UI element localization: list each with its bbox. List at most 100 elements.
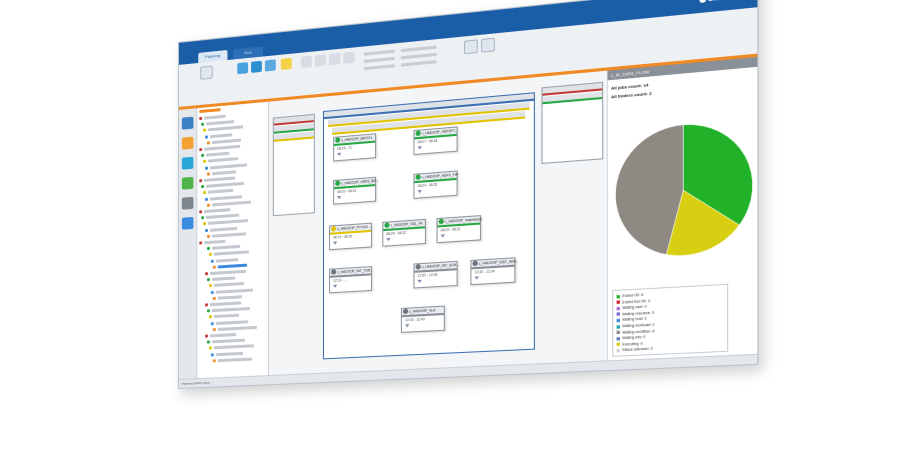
tools-icon[interactable] bbox=[181, 196, 194, 210]
tree-item[interactable] bbox=[204, 144, 241, 151]
expand-icon[interactable] bbox=[405, 324, 410, 328]
job-time: 08:19 - 08:20 bbox=[333, 234, 353, 240]
tree-item[interactable] bbox=[206, 213, 240, 220]
tree-item[interactable] bbox=[215, 319, 249, 325]
job-node[interactable]: c_HADOOP_PYTHO... 08:19 - 08:20 bbox=[329, 222, 372, 251]
ribbon-option[interactable] bbox=[400, 45, 437, 53]
job-node[interactable]: c_HADOOP_SQL_HI... 08:20 - 08:22 bbox=[382, 218, 426, 247]
ribbon-option[interactable] bbox=[400, 52, 437, 60]
tree-item[interactable] bbox=[204, 208, 231, 214]
tree-item[interactable] bbox=[207, 157, 239, 163]
tree-item[interactable] bbox=[211, 307, 251, 313]
tree-item[interactable] bbox=[211, 276, 236, 282]
expand-icon[interactable] bbox=[440, 234, 445, 238]
workspace-icon[interactable] bbox=[237, 62, 249, 75]
legend-label: Ended OK: 6 bbox=[622, 292, 644, 299]
paste-icon[interactable] bbox=[343, 51, 355, 64]
filter-icon[interactable] bbox=[280, 57, 292, 71]
expand-icon[interactable] bbox=[333, 284, 338, 288]
monitoring-icon[interactable] bbox=[181, 136, 194, 150]
tree-folder-icon bbox=[206, 203, 210, 207]
tree-header-tab[interactable] bbox=[199, 108, 221, 114]
job-node[interactable]: c_HADOOP_BATCH... 08:15 - 71 bbox=[333, 133, 377, 162]
job-node[interactable]: c_HADOOP_HDFS_BE... 08:20 - 08:21 bbox=[333, 176, 378, 205]
copy-icon[interactable] bbox=[329, 52, 341, 66]
status-pie-chart bbox=[609, 112, 759, 267]
job-node[interactable]: c_HADOOP_SLA 12:33 - 12:43 bbox=[400, 305, 445, 333]
legend-label: Waiting user: 0 bbox=[622, 304, 647, 311]
tree-item[interactable] bbox=[206, 120, 235, 126]
tree-item[interactable] bbox=[207, 219, 249, 226]
expand-icon[interactable] bbox=[474, 276, 479, 280]
tree-item[interactable] bbox=[213, 250, 250, 257]
find-icon[interactable] bbox=[463, 39, 478, 55]
tree-item[interactable] bbox=[217, 263, 248, 269]
tree-item[interactable] bbox=[207, 125, 244, 132]
new-icon[interactable] bbox=[200, 65, 213, 80]
tree-item[interactable] bbox=[209, 301, 242, 307]
job-node[interactable]: c_HADOOP_HDFSFT... 08:17 - 08:18 bbox=[413, 126, 458, 156]
undo-icon[interactable] bbox=[300, 55, 312, 69]
tree-item[interactable] bbox=[204, 239, 226, 245]
manage-icon[interactable] bbox=[251, 60, 262, 73]
job-node[interactable]: c_HADOOP_HDFS_FW 08:24 - 08:25 bbox=[413, 170, 458, 199]
tree-item[interactable] bbox=[209, 333, 237, 338]
tree-item[interactable] bbox=[206, 182, 245, 189]
forecast-icon[interactable] bbox=[181, 176, 194, 190]
tree-folder-icon bbox=[205, 303, 208, 307]
tree-item[interactable] bbox=[211, 138, 242, 144]
ribbon-option[interactable] bbox=[363, 64, 395, 71]
expand-icon[interactable] bbox=[386, 237, 391, 242]
tree-item[interactable] bbox=[209, 269, 247, 276]
job-node[interactable]: c_HADOOP_DIST_SER... 12:33 - 12:34 bbox=[470, 257, 519, 286]
tree-item[interactable] bbox=[215, 351, 244, 356]
tree-item[interactable] bbox=[215, 288, 254, 294]
tree-item[interactable] bbox=[215, 257, 239, 263]
job-node[interactable]: c_HADOOP_INT_TUB... 12:33 - ... bbox=[329, 266, 373, 294]
tree-item[interactable] bbox=[211, 170, 237, 176]
tree-folder-icon bbox=[203, 222, 207, 226]
tree-item[interactable] bbox=[213, 282, 245, 288]
ribbon-option[interactable] bbox=[400, 60, 437, 67]
planning-icon[interactable] bbox=[181, 116, 194, 130]
ribbon-option[interactable] bbox=[363, 49, 395, 56]
jobs-count-label: All jobs count: bbox=[610, 82, 643, 91]
legend-item: Status unknown: 0 bbox=[616, 347, 653, 353]
tree-folder-icon bbox=[212, 265, 216, 269]
tree-item[interactable] bbox=[213, 314, 240, 319]
tree-item[interactable] bbox=[204, 114, 226, 120]
tree-item[interactable] bbox=[217, 325, 257, 331]
tree-item[interactable] bbox=[209, 226, 238, 232]
tree-item[interactable] bbox=[209, 132, 233, 138]
tree-item[interactable] bbox=[207, 189, 234, 195]
tree-folder-icon bbox=[205, 134, 208, 139]
tree-item[interactable] bbox=[209, 162, 248, 170]
redo-icon[interactable] bbox=[314, 54, 327, 67]
expand-icon[interactable] bbox=[337, 152, 342, 157]
expand-icon[interactable] bbox=[417, 146, 422, 150]
job-node[interactable]: c_HADOOP_INT_SCR... 12:32 - 12:33 bbox=[413, 260, 459, 289]
expand-icon[interactable] bbox=[417, 279, 422, 284]
tree-item[interactable] bbox=[209, 194, 243, 201]
tree-item[interactable] bbox=[217, 357, 253, 362]
print-icon[interactable] bbox=[481, 37, 495, 53]
ribbon-option[interactable] bbox=[363, 56, 395, 64]
tree-folder-icon bbox=[210, 352, 214, 357]
tree-item[interactable] bbox=[211, 245, 241, 250]
expand-icon[interactable] bbox=[333, 241, 338, 245]
folder-panel bbox=[272, 113, 315, 217]
tree-item[interactable] bbox=[211, 232, 247, 238]
tree-item[interactable] bbox=[204, 176, 236, 182]
expand-icon[interactable] bbox=[417, 189, 422, 194]
tree-item[interactable] bbox=[213, 344, 254, 350]
tree-item[interactable] bbox=[217, 295, 243, 300]
tree-item[interactable] bbox=[206, 151, 230, 157]
rerun-icon[interactable] bbox=[264, 59, 276, 72]
reports-icon[interactable] bbox=[181, 216, 194, 230]
history-icon[interactable] bbox=[181, 156, 194, 170]
expand-icon[interactable] bbox=[337, 195, 342, 200]
job-node[interactable]: c_HADOOP_mapreduce 08:20 - 08:21 bbox=[436, 215, 482, 244]
tree-item[interactable] bbox=[211, 200, 252, 207]
tree-item[interactable] bbox=[211, 338, 246, 344]
legend-item: Waiting condition: 8 bbox=[616, 329, 654, 335]
